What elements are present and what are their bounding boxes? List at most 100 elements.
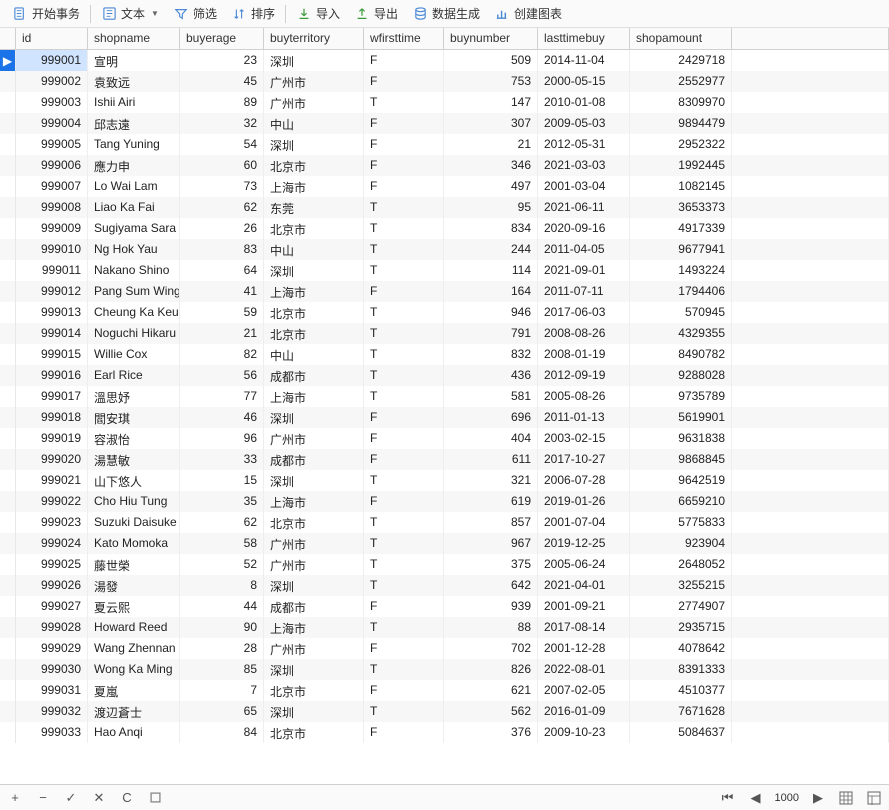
cell-lasttimebuy[interactable]: 2017-06-03: [538, 302, 630, 323]
stop-button[interactable]: [146, 789, 164, 807]
row-indicator[interactable]: [0, 71, 16, 92]
cell-buynumber[interactable]: 696: [444, 407, 538, 428]
cell-shopname[interactable]: 夏嵐: [88, 680, 180, 701]
table-row[interactable]: 999008Liao Ka Fai62东莞T952021-06-11365337…: [0, 197, 889, 218]
cell-wfirsttime[interactable]: F: [364, 113, 444, 134]
cell-buynumber[interactable]: 946: [444, 302, 538, 323]
row-indicator[interactable]: [0, 701, 16, 722]
cell-lasttimebuy[interactable]: 2001-09-21: [538, 596, 630, 617]
row-indicator[interactable]: [0, 134, 16, 155]
delete-row-button[interactable]: −: [34, 789, 52, 807]
cell-lasttimebuy[interactable]: 2009-05-03: [538, 113, 630, 134]
cell-shopname[interactable]: Lo Wai Lam: [88, 176, 180, 197]
cell-lasttimebuy[interactable]: 2020-09-16: [538, 218, 630, 239]
cell-buyterritory[interactable]: 北京市: [264, 323, 364, 344]
cell-shopamount[interactable]: 923904: [630, 533, 732, 554]
cell-buyterritory[interactable]: 广州市: [264, 71, 364, 92]
table-row[interactable]: 999017溫思妤77上海市T5812005-08-269735789: [0, 386, 889, 407]
cell-buyterritory[interactable]: 北京市: [264, 722, 364, 743]
cell-lasttimebuy[interactable]: 2019-01-26: [538, 491, 630, 512]
cell-buyerage[interactable]: 96: [180, 428, 264, 449]
cell-lasttimebuy[interactable]: 2003-02-15: [538, 428, 630, 449]
cell-buyterritory[interactable]: 东莞: [264, 197, 364, 218]
cell-buyterritory[interactable]: 北京市: [264, 302, 364, 323]
cell-shopname[interactable]: 夏云熙: [88, 596, 180, 617]
table-row[interactable]: 999003Ishii Airi89广州市T1472010-01-0883099…: [0, 92, 889, 113]
row-indicator[interactable]: [0, 449, 16, 470]
cell-shopamount[interactable]: 4329355: [630, 323, 732, 344]
table-row[interactable]: 999013Cheung Ka Keu59北京市T9462017-06-0357…: [0, 302, 889, 323]
export-button[interactable]: 导出: [348, 3, 404, 24]
cell-shopamount[interactable]: 3653373: [630, 197, 732, 218]
column-header-buyerage[interactable]: buyerage: [180, 28, 264, 49]
cell-wfirsttime[interactable]: T: [364, 533, 444, 554]
cell-buyerage[interactable]: 46: [180, 407, 264, 428]
apply-button[interactable]: ✓: [62, 789, 80, 807]
cell-shopname[interactable]: 湯慧敏: [88, 449, 180, 470]
table-row[interactable]: 999024Kato Momoka58广州市T9672019-12-259239…: [0, 533, 889, 554]
cell-buyerage[interactable]: 62: [180, 197, 264, 218]
cell-lasttimebuy[interactable]: 2005-08-26: [538, 386, 630, 407]
cell-lasttimebuy[interactable]: 2010-01-08: [538, 92, 630, 113]
row-indicator[interactable]: [0, 344, 16, 365]
cell-id[interactable]: 999006: [16, 155, 88, 176]
cell-buynumber[interactable]: 88: [444, 617, 538, 638]
cell-shopname[interactable]: 藤世榮: [88, 554, 180, 575]
cell-wfirsttime[interactable]: T: [364, 344, 444, 365]
cell-lasttimebuy[interactable]: 2007-02-05: [538, 680, 630, 701]
row-indicator[interactable]: [0, 680, 16, 701]
cell-shopname[interactable]: Kato Momoka: [88, 533, 180, 554]
cell-shopamount[interactable]: 2429718: [630, 50, 732, 71]
cell-shopamount[interactable]: 9642519: [630, 470, 732, 491]
cell-buyterritory[interactable]: 上海市: [264, 617, 364, 638]
column-header-buyterritory[interactable]: buyterritory: [264, 28, 364, 49]
cell-wfirsttime[interactable]: F: [364, 50, 444, 71]
cell-wfirsttime[interactable]: T: [364, 218, 444, 239]
cell-shopname[interactable]: 山下悠人: [88, 470, 180, 491]
cell-wfirsttime[interactable]: T: [364, 197, 444, 218]
cell-buyterritory[interactable]: 上海市: [264, 491, 364, 512]
row-indicator[interactable]: [0, 197, 16, 218]
cell-id[interactable]: 999023: [16, 512, 88, 533]
table-row[interactable]: 999019容淑怡96广州市F4042003-02-159631838: [0, 428, 889, 449]
cell-wfirsttime[interactable]: F: [364, 71, 444, 92]
create-chart-button[interactable]: 创建图表: [488, 3, 568, 24]
cell-buyerage[interactable]: 77: [180, 386, 264, 407]
cell-buyerage[interactable]: 41: [180, 281, 264, 302]
cell-shopname[interactable]: Ng Hok Yau: [88, 239, 180, 260]
cell-id[interactable]: 999024: [16, 533, 88, 554]
text-button[interactable]: 文本 ▼: [95, 3, 165, 24]
cell-shopamount[interactable]: 3255215: [630, 575, 732, 596]
cell-lasttimebuy[interactable]: 2005-06-24: [538, 554, 630, 575]
cell-shopamount[interactable]: 2552977: [630, 71, 732, 92]
cell-id[interactable]: 999013: [16, 302, 88, 323]
cell-id[interactable]: 999003: [16, 92, 88, 113]
cell-wfirsttime[interactable]: F: [364, 680, 444, 701]
cell-buynumber[interactable]: 826: [444, 659, 538, 680]
cell-buyerage[interactable]: 60: [180, 155, 264, 176]
cell-id[interactable]: 999015: [16, 344, 88, 365]
table-row[interactable]: 999012Pang Sum Wing41上海市F1642011-07-1117…: [0, 281, 889, 302]
begin-transaction-button[interactable]: 开始事务: [6, 3, 86, 24]
cell-wfirsttime[interactable]: F: [364, 596, 444, 617]
cell-shopamount[interactable]: 9677941: [630, 239, 732, 260]
first-page-button[interactable]: ⏮: [719, 789, 737, 807]
cell-wfirsttime[interactable]: F: [364, 155, 444, 176]
cell-shopamount[interactable]: 8490782: [630, 344, 732, 365]
table-row[interactable]: 999033Hao Anqi84北京市F3762009-10-235084637: [0, 722, 889, 743]
cell-id[interactable]: 999022: [16, 491, 88, 512]
cell-id[interactable]: 999021: [16, 470, 88, 491]
cell-buyerage[interactable]: 89: [180, 92, 264, 113]
cell-buynumber[interactable]: 497: [444, 176, 538, 197]
row-indicator[interactable]: [0, 407, 16, 428]
table-row[interactable]: 999009Sugiyama Sara26北京市T8342020-09-1649…: [0, 218, 889, 239]
cell-shopamount[interactable]: 7671628: [630, 701, 732, 722]
cancel-edit-button[interactable]: ✕: [90, 789, 108, 807]
cell-buyterritory[interactable]: 广州市: [264, 92, 364, 113]
cell-buynumber[interactable]: 939: [444, 596, 538, 617]
table-row[interactable]: 999023Suzuki Daisuke62北京市T8572001-07-045…: [0, 512, 889, 533]
cell-buynumber[interactable]: 562: [444, 701, 538, 722]
cell-id[interactable]: 999019: [16, 428, 88, 449]
column-header-lasttimebuy[interactable]: lasttimebuy: [538, 28, 630, 49]
row-indicator[interactable]: [0, 281, 16, 302]
